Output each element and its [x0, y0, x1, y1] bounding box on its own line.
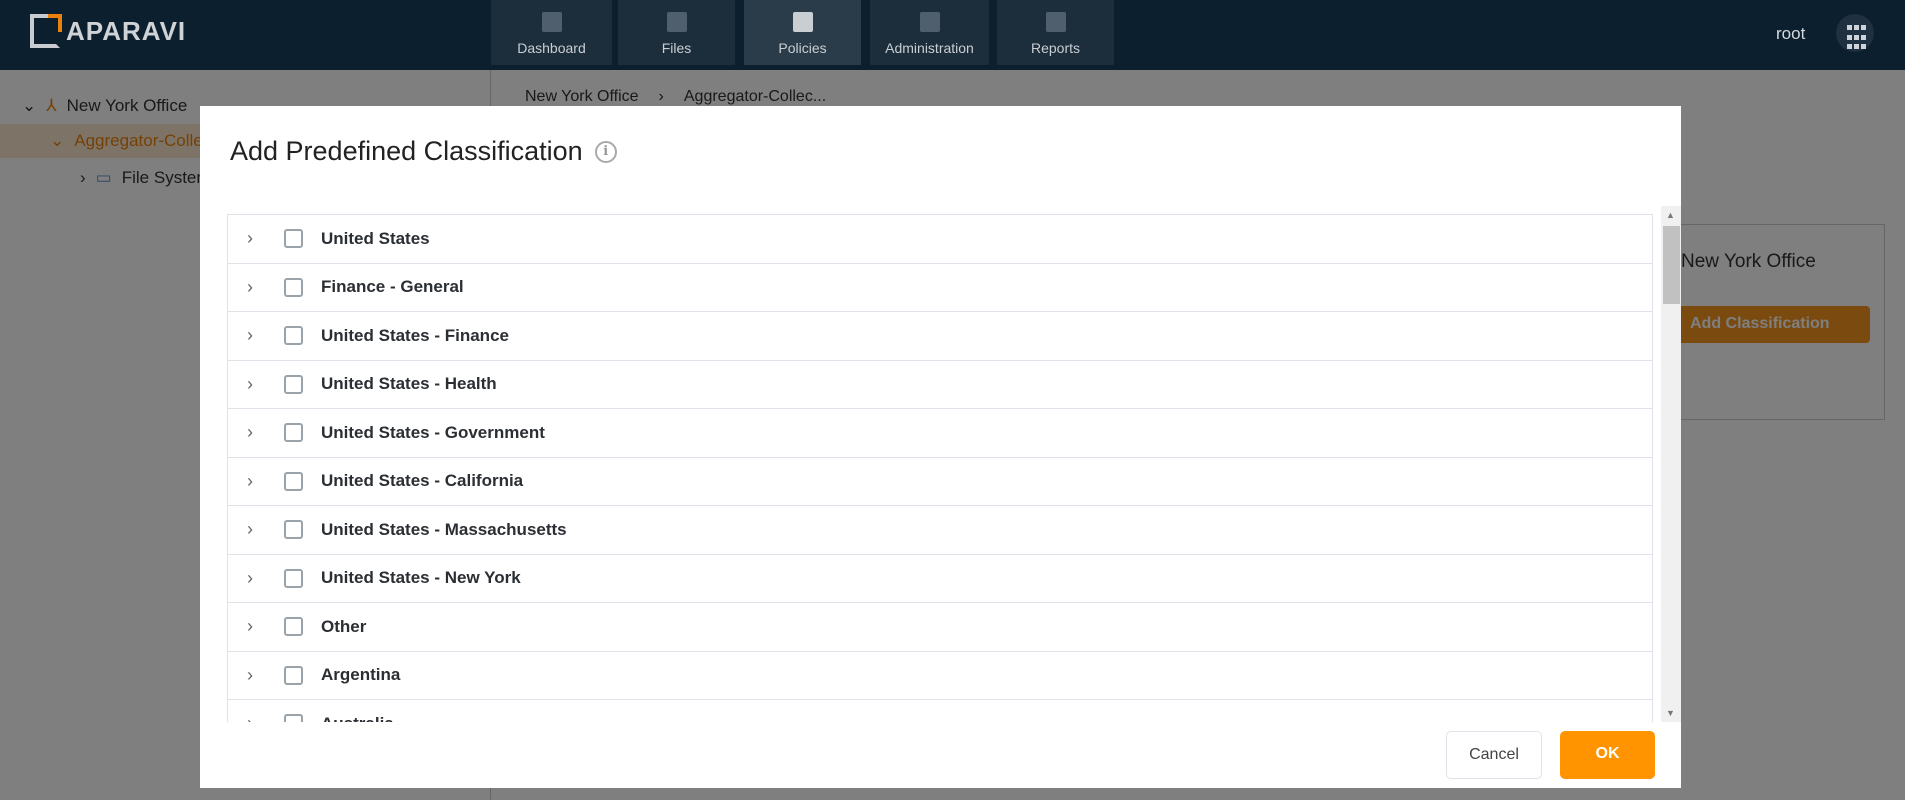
- item-label: United States - Government: [321, 422, 545, 442]
- list-item[interactable]: › United States - Health: [228, 361, 1652, 409]
- checkbox[interactable]: [284, 471, 303, 491]
- chevron-right-icon[interactable]: ›: [247, 471, 275, 492]
- chevron-right-icon[interactable]: ›: [247, 228, 275, 249]
- nav-label: Files: [661, 40, 692, 56]
- chevron-right-icon[interactable]: ›: [247, 665, 275, 686]
- item-label: Australia: [321, 714, 394, 722]
- nav-label: Reports: [1030, 40, 1081, 56]
- chevron-right-icon[interactable]: ›: [247, 616, 275, 637]
- item-label: Argentina: [321, 665, 401, 685]
- nav-dashboard[interactable]: Dashboard: [491, 0, 612, 65]
- item-label: United States - Finance: [321, 325, 509, 345]
- scrollbar[interactable]: ▲ ▼: [1661, 206, 1681, 722]
- chevron-right-icon[interactable]: ›: [247, 519, 275, 540]
- checkbox[interactable]: [284, 568, 303, 588]
- policies-icon: [792, 12, 813, 32]
- brand-name: APARAVI: [66, 15, 187, 46]
- scroll-down-icon[interactable]: ▼: [1666, 708, 1675, 718]
- list-item[interactable]: › United States: [228, 215, 1652, 264]
- chevron-right-icon[interactable]: ›: [247, 325, 275, 346]
- ok-button[interactable]: OK: [1560, 731, 1655, 779]
- chevron-right-icon[interactable]: ›: [247, 374, 275, 395]
- list-item[interactable]: › Finance - General: [228, 264, 1652, 312]
- list-item[interactable]: › United States - Massachusetts: [228, 506, 1652, 555]
- checkbox[interactable]: [284, 423, 303, 443]
- checkbox[interactable]: [284, 326, 303, 346]
- nav-reports[interactable]: Reports: [997, 0, 1114, 65]
- scrollbar-thumb[interactable]: [1663, 226, 1680, 304]
- checkbox[interactable]: [284, 714, 303, 722]
- chevron-right-icon[interactable]: ›: [247, 277, 275, 298]
- nav-label: Administration: [885, 40, 974, 56]
- nav-administration[interactable]: Administration: [870, 0, 989, 65]
- dialog-title-text: Add Predefined Classification: [230, 136, 583, 166]
- cancel-button[interactable]: Cancel: [1446, 731, 1542, 779]
- add-predefined-classification-dialog: Add Predefined Classification i › United S…: [200, 106, 1681, 788]
- logo-mark-icon: [30, 14, 62, 48]
- dialog-title: Add Predefined Classification i: [230, 136, 617, 167]
- item-label: United States - California: [321, 471, 524, 491]
- nav-files[interactable]: Files: [618, 0, 735, 65]
- apps-grid-button[interactable]: [1836, 14, 1874, 52]
- top-header: APARAVI Dashboard Files Policies Adminis…: [0, 0, 1905, 70]
- checkbox[interactable]: [284, 229, 303, 249]
- nav-label: Dashboard: [517, 40, 586, 56]
- nav-policies[interactable]: Policies: [744, 0, 861, 65]
- list-item[interactable]: › Argentina: [228, 652, 1652, 700]
- clipboard-icon: [1045, 12, 1066, 32]
- checkbox[interactable]: [284, 520, 303, 540]
- nav-label: Policies: [778, 40, 827, 56]
- checkbox[interactable]: [284, 277, 303, 297]
- list-item[interactable]: › United States - New York: [228, 555, 1652, 603]
- list-item[interactable]: › Other: [228, 603, 1652, 652]
- item-label: Other: [321, 616, 367, 636]
- user-name[interactable]: root: [1776, 24, 1805, 44]
- scroll-up-icon[interactable]: ▲: [1666, 210, 1675, 220]
- classification-list: › United States › Finance - General › United …: [227, 214, 1653, 722]
- list-item[interactable]: › United States - Finance: [228, 312, 1652, 361]
- folder-icon: [666, 12, 687, 32]
- checkbox[interactable]: [284, 374, 303, 394]
- list-item[interactable]: › Australia: [228, 700, 1652, 722]
- item-label: Finance - General: [321, 277, 464, 297]
- item-label: United States - Health: [321, 374, 497, 394]
- chevron-right-icon[interactable]: ›: [247, 568, 275, 589]
- list-item[interactable]: › United States - California: [228, 458, 1652, 506]
- chevron-right-icon[interactable]: ›: [247, 713, 275, 722]
- info-icon[interactable]: i: [594, 140, 617, 163]
- item-label: United States - Massachusetts: [321, 519, 567, 539]
- checkbox[interactable]: [284, 665, 303, 685]
- aparavi-logo[interactable]: APARAVI: [30, 14, 186, 48]
- item-label: United States - New York: [321, 568, 521, 588]
- chevron-right-icon[interactable]: ›: [247, 422, 275, 443]
- users-icon: [919, 12, 940, 32]
- checkbox[interactable]: [284, 617, 303, 637]
- list-item[interactable]: › United States - Government: [228, 409, 1652, 458]
- item-label: United States: [321, 228, 430, 248]
- dashboard-icon: [541, 12, 562, 32]
